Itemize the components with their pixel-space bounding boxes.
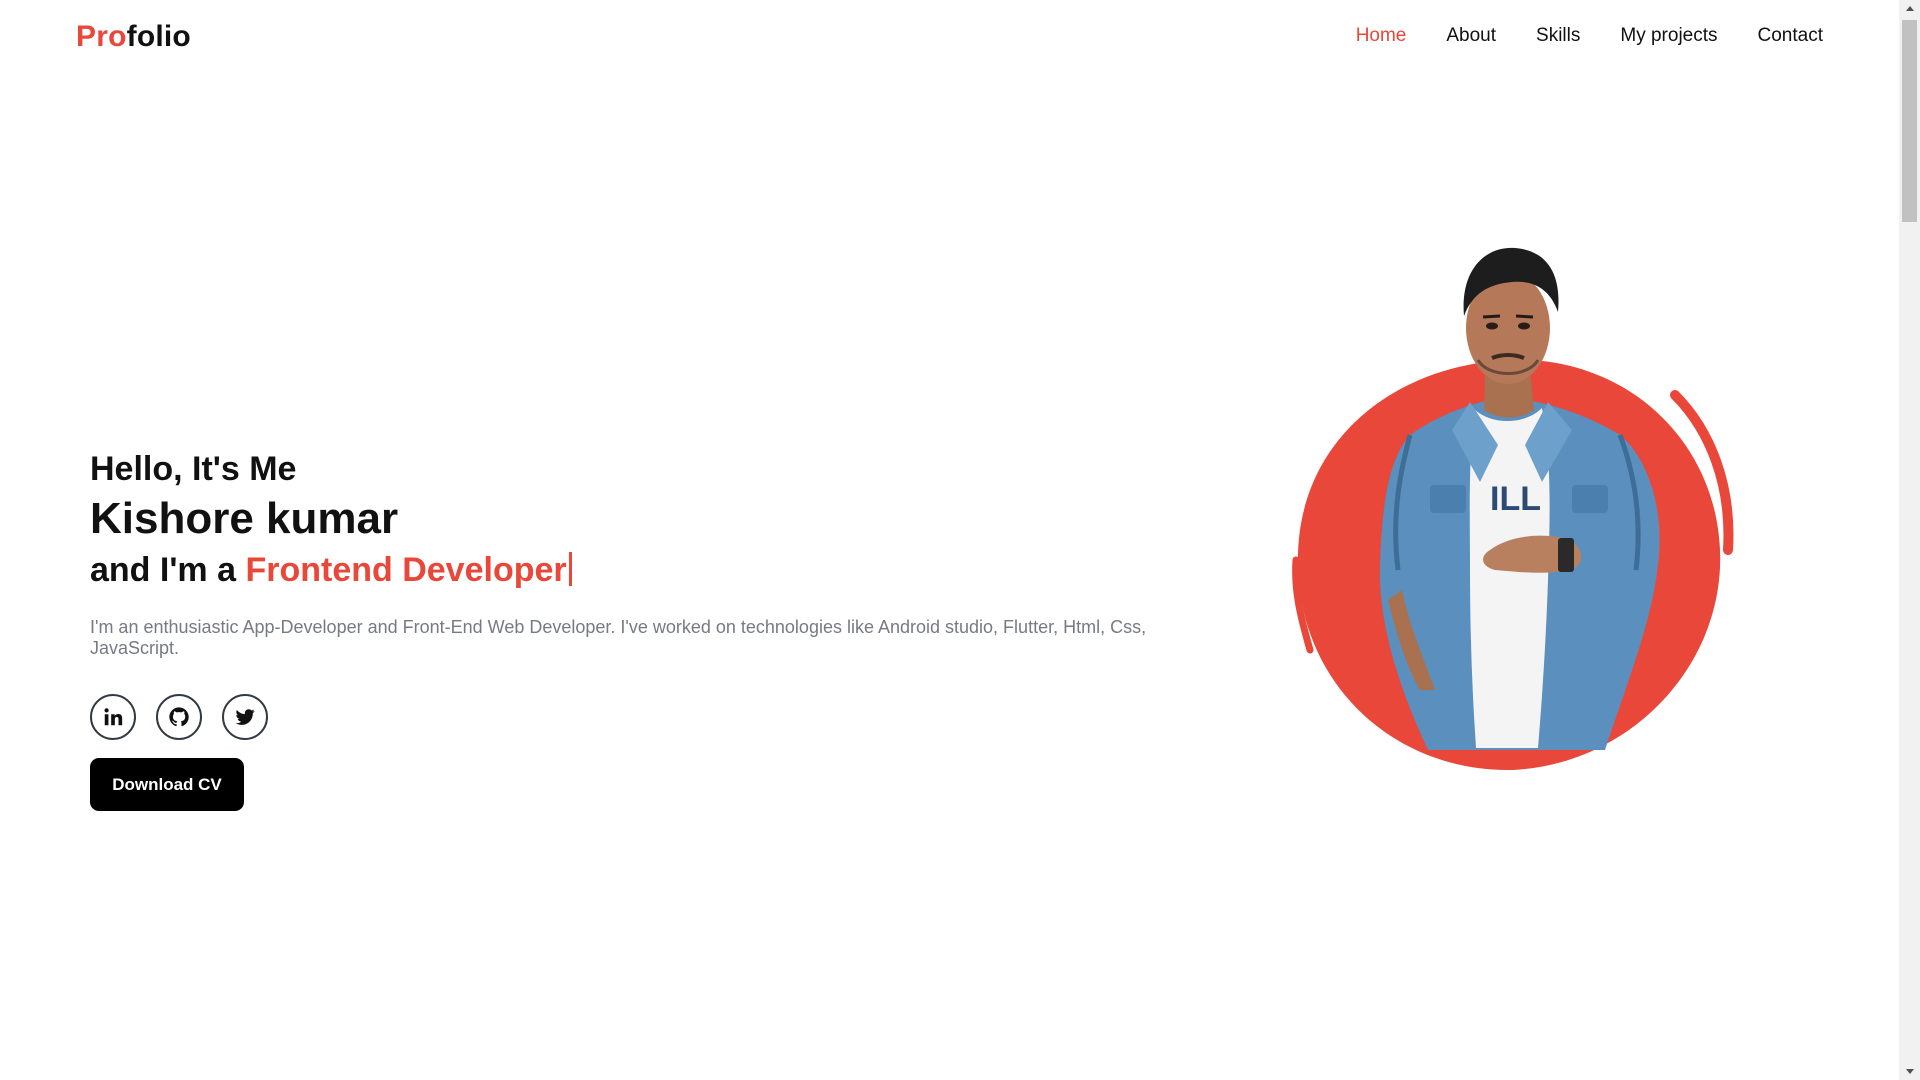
scroll-thumb[interactable]: [1902, 20, 1917, 222]
twitter-icon: [235, 709, 255, 725]
nav-my-projects[interactable]: My projects: [1620, 25, 1717, 47]
logo[interactable]: Profolio: [76, 20, 191, 54]
page: Profolio Home About Skills My projects C…: [0, 0, 1899, 1080]
scroll-down-icon[interactable]: [1899, 1063, 1920, 1080]
hero-greeting: Hello, It's Me: [90, 450, 297, 488]
nav-skills[interactable]: Skills: [1536, 25, 1580, 47]
svg-text:ILL: ILL: [1490, 480, 1541, 518]
vertical-scrollbar[interactable]: [1899, 0, 1920, 1080]
profile-portrait: ILL: [1280, 220, 1740, 780]
scroll-up-icon[interactable]: [1899, 0, 1920, 17]
viewport: Profolio Home About Skills My projects C…: [0, 0, 1920, 1080]
hero-role-line: and I'm a Frontend Developer: [90, 548, 1170, 592]
role-prefix: and I'm a: [90, 551, 246, 589]
hero-name: Kishore kumar: [90, 494, 399, 543]
hero-section: Hello, It's Me Kishore kumar and I'm a F…: [90, 448, 1170, 811]
typed-role: Frontend Developer: [245, 551, 567, 589]
download-cv-button[interactable]: Download CV: [90, 758, 244, 811]
linkedin-link[interactable]: [90, 694, 136, 740]
github-icon: [169, 707, 189, 727]
social-links: [90, 694, 1170, 740]
nav-about[interactable]: About: [1446, 25, 1496, 47]
logo-accent: Pro: [76, 20, 127, 53]
profile-image: ILL: [1292, 247, 1734, 771]
logo-rest: folio: [126, 20, 191, 53]
typing-caret: [568, 552, 572, 586]
main-nav: Home About Skills My projects Contact: [1356, 25, 1823, 47]
nav-contact[interactable]: Contact: [1758, 25, 1823, 47]
github-link[interactable]: [156, 694, 202, 740]
site-header: Profolio Home About Skills My projects C…: [0, 0, 1899, 76]
hero-bio: I'm an enthusiastic App-Developer and Fr…: [90, 617, 1147, 658]
linkedin-icon: [104, 708, 123, 726]
nav-home[interactable]: Home: [1356, 25, 1407, 47]
twitter-link[interactable]: [222, 694, 268, 740]
